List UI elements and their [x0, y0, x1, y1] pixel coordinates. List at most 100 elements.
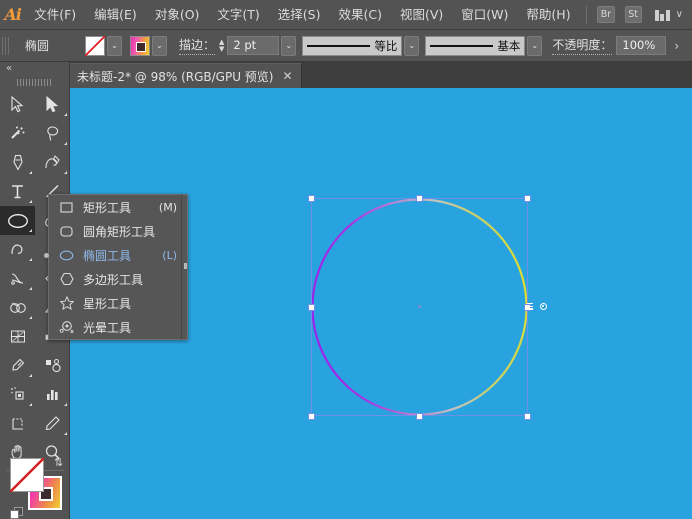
shaper-tool[interactable] — [0, 235, 35, 264]
flyout-active-marker — [44, 253, 49, 258]
curvature-tool[interactable] — [35, 148, 70, 177]
app-logo-icon: Ai — [0, 0, 25, 30]
artboard-tool[interactable] — [0, 409, 35, 438]
shape-builder-tool[interactable] — [0, 293, 35, 322]
close-icon[interactable]: ✕ — [283, 70, 293, 82]
collapse-panel-icon[interactable]: « — [6, 63, 11, 74]
fill-stroke-control: ⇅ — [10, 458, 68, 519]
flyout-label-ellipse-tool: 椭圆工具 — [83, 247, 131, 264]
stroke-weight-input[interactable]: 2 pt — [227, 36, 279, 55]
menu-view[interactable]: 视图(V) — [391, 0, 452, 30]
menu-bar: Ai 文件(F) 编辑(E) 对象(O) 文字(T) 选择(S) 效果(C) 视… — [0, 0, 692, 30]
brush-definition-value: 等比 — [374, 38, 397, 54]
graphic-style-value: 基本 — [497, 38, 520, 54]
menu-file[interactable]: 文件(F) — [25, 0, 85, 30]
stroke-weight-chevron-down-icon[interactable]: ⌄ — [281, 36, 296, 56]
tools-panel-grip[interactable] — [17, 77, 53, 87]
handle-middle-left[interactable] — [308, 304, 315, 311]
fill-color-swatch[interactable] — [10, 458, 44, 492]
flyout-tearoff-strip[interactable] — [181, 194, 188, 340]
shape-tools-flyout-menu[interactable]: 矩形工具 (M) 圆角矩形工具 椭圆工具 (L) 多边形工具 — [48, 194, 188, 340]
handle-top-center[interactable] — [416, 195, 423, 202]
slice-tool[interactable] — [35, 409, 70, 438]
eyedropper-tool[interactable] — [0, 351, 35, 380]
handle-top-left[interactable] — [308, 195, 315, 202]
graphic-style-field[interactable]: 基本 — [425, 36, 525, 56]
gradient-annotator-bar[interactable] — [527, 303, 534, 310]
handle-bottom-left[interactable] — [308, 413, 315, 420]
illustrator-window: Ai 文件(F) 编辑(E) 对象(O) 文字(T) 选择(S) 效果(C) 视… — [0, 0, 692, 519]
flyout-item-rounded-rectangle-tool[interactable]: 圆角矩形工具 — [49, 219, 187, 243]
flyout-item-polygon-tool[interactable]: 多边形工具 — [49, 267, 187, 291]
stroke-swatch[interactable] — [130, 36, 150, 56]
ellipse-tool[interactable] — [0, 206, 35, 235]
style-preview-line — [430, 45, 493, 47]
opacity-input[interactable]: 100% — [616, 36, 666, 55]
flyout-item-star-tool[interactable]: 星形工具 — [49, 291, 187, 315]
brush-chevron-down-icon[interactable]: ⌄ — [404, 36, 419, 56]
rectangle-icon — [58, 199, 75, 216]
menu-help[interactable]: 帮助(H) — [517, 0, 579, 30]
stroke-weight-stepper[interactable]: ▲▼ — [219, 39, 224, 52]
rounded-rectangle-icon — [58, 223, 75, 240]
handle-bottom-right[interactable] — [524, 413, 531, 420]
flyout-label-rectangle-tool: 矩形工具 — [83, 199, 131, 216]
brush-definition-field[interactable]: 等比 — [302, 36, 402, 56]
handle-bottom-center[interactable] — [416, 413, 423, 420]
fill-chevron-down-icon[interactable]: ⌄ — [107, 36, 122, 56]
workspace-switcher-icon[interactable] — [655, 9, 670, 21]
type-tool[interactable] — [0, 177, 35, 206]
stock-button[interactable]: St — [625, 6, 642, 23]
document-tab[interactable]: 未标题-2* @ 98% (RGB/GPU 预览) ✕ — [64, 63, 302, 88]
tools-panel-header: « — [0, 62, 69, 76]
bridge-button[interactable]: Br — [597, 6, 614, 23]
magic-wand-tool[interactable] — [0, 119, 35, 148]
flyout-item-rectangle-tool[interactable]: 矩形工具 (M) — [49, 195, 187, 219]
flyout-label-star-tool: 星形工具 — [83, 295, 131, 312]
width-tool[interactable] — [0, 264, 35, 293]
handle-top-right[interactable] — [524, 195, 531, 202]
ellipse-icon — [58, 247, 75, 264]
shape-center-point — [418, 305, 421, 308]
blend-tool[interactable] — [35, 351, 70, 380]
direct-selection-tool[interactable] — [35, 90, 70, 119]
document-tab-title: 未标题-2* @ 98% (RGB/GPU 预览) — [77, 68, 274, 85]
workspace-chevron-down-icon[interactable]: ∨ — [676, 9, 683, 20]
fill-swatch-group[interactable]: ⌄ — [85, 36, 122, 56]
mesh-tool[interactable] — [0, 322, 35, 351]
default-fill-stroke-icon[interactable] — [10, 507, 23, 519]
style-chevron-down-icon[interactable]: ⌄ — [527, 36, 542, 56]
control-bar: 椭圆 ⌄ ⌄ 描边： ▲▼ 2 pt ⌄ 等比 ⌄ 基本 ⌄ 不透明度： 100… — [0, 30, 692, 62]
star-icon — [58, 295, 75, 312]
menu-type[interactable]: 文字(T) — [208, 0, 268, 30]
column-graph-tool[interactable] — [35, 380, 70, 409]
control-bar-overflow-arrow-icon[interactable]: › — [674, 39, 683, 53]
symbol-sprayer-tool[interactable] — [0, 380, 35, 409]
menu-effect[interactable]: 效果(C) — [330, 0, 391, 30]
menu-edit[interactable]: 编辑(E) — [85, 0, 146, 30]
fill-swatch[interactable] — [85, 36, 105, 56]
control-bar-grip[interactable] — [2, 33, 11, 59]
lasso-tool[interactable] — [35, 119, 70, 148]
stroke-chevron-down-icon[interactable]: ⌄ — [152, 36, 167, 56]
flyout-item-flare-tool[interactable]: 光晕工具 — [49, 315, 187, 339]
menu-window[interactable]: 窗口(W) — [452, 0, 517, 30]
flyout-item-ellipse-tool[interactable]: 椭圆工具 (L) — [49, 243, 187, 267]
menu-select[interactable]: 选择(S) — [269, 0, 330, 30]
menu-divider — [586, 6, 587, 24]
brush-preview-line — [307, 45, 370, 47]
selection-tool[interactable] — [0, 90, 35, 119]
pen-tool[interactable] — [0, 148, 35, 177]
tearoff-grip-icon — [184, 263, 187, 269]
flare-icon — [58, 319, 75, 336]
stroke-weight-label: 描边： — [179, 36, 215, 55]
selected-object-label: 椭圆 — [19, 37, 81, 54]
flyout-label-polygon-tool: 多边形工具 — [83, 271, 143, 288]
menu-object[interactable]: 对象(O) — [146, 0, 209, 30]
stroke-swatch-group[interactable]: ⌄ — [130, 36, 167, 56]
document-tab-bar: 未标题-2* @ 98% (RGB/GPU 预览) ✕ — [0, 62, 692, 88]
live-shape-widget-icon[interactable] — [540, 303, 547, 310]
swap-fill-stroke-icon[interactable]: ⇅ — [54, 456, 63, 469]
flyout-label-rounded-rectangle-tool: 圆角矩形工具 — [83, 223, 155, 240]
polygon-icon — [58, 271, 75, 288]
